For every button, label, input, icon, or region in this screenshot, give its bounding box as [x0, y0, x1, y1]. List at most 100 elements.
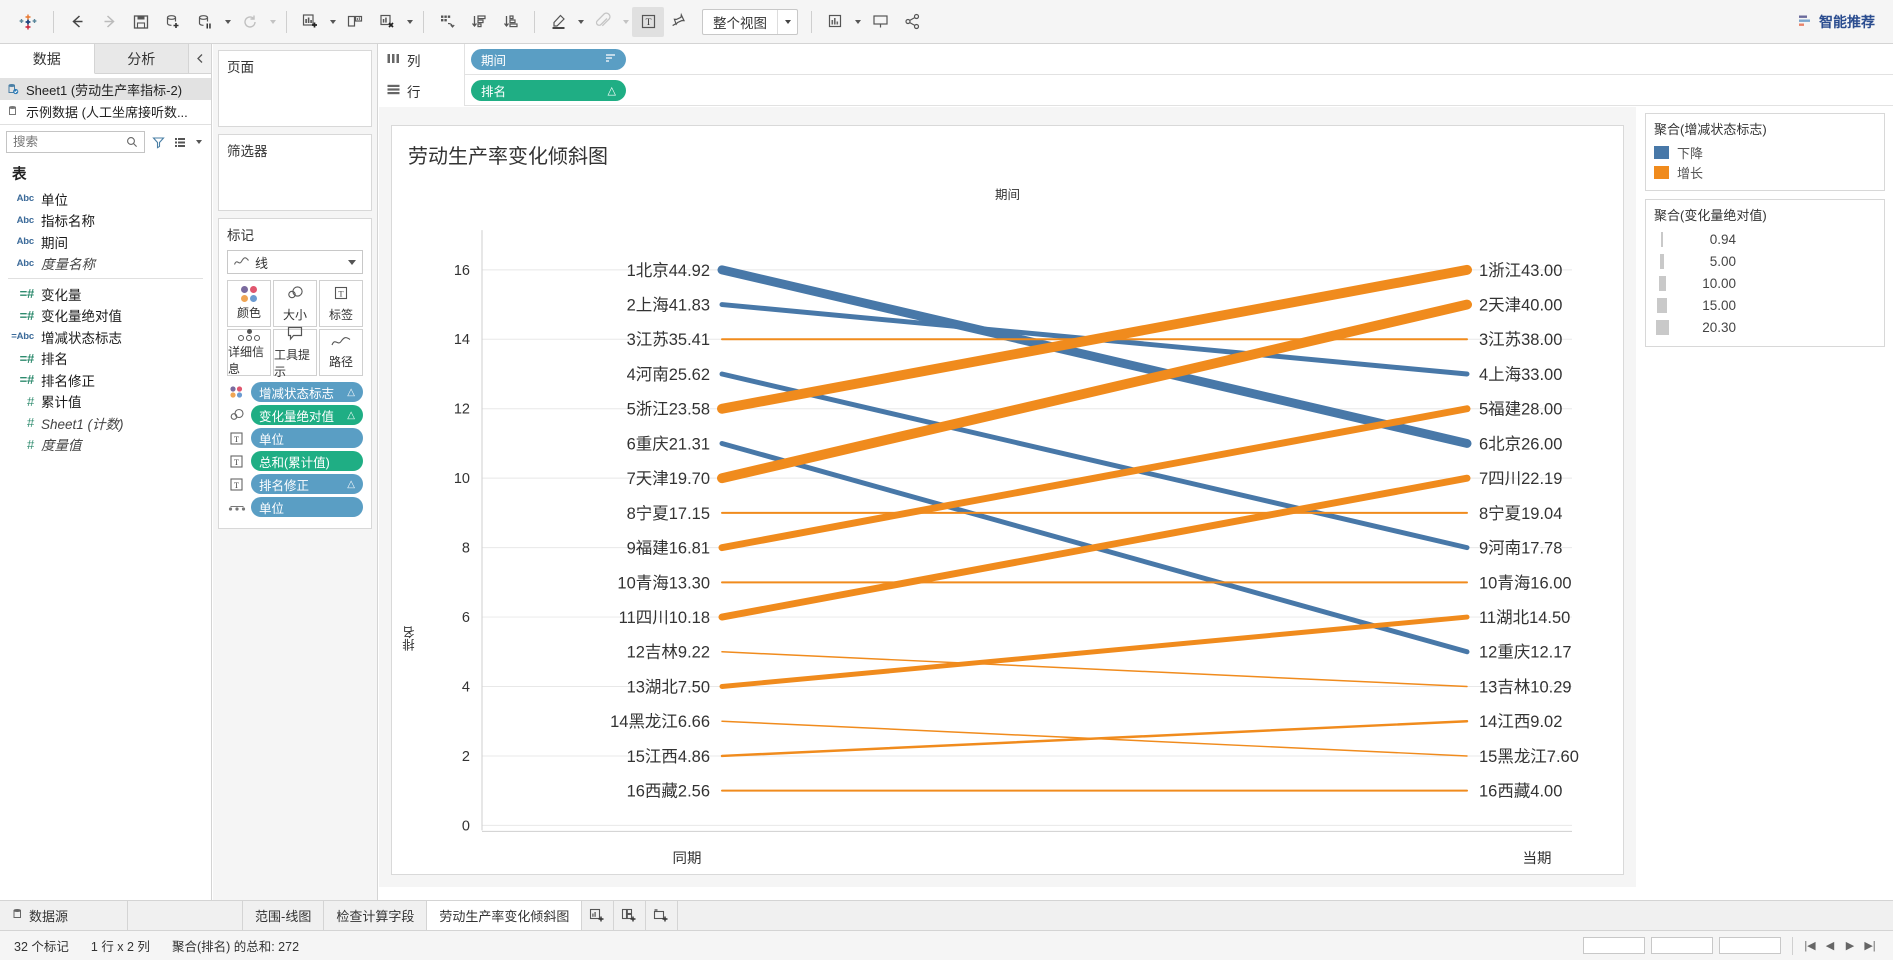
mark-label-right-湖北[interactable]: 11湖北14.50: [1479, 609, 1570, 627]
mark-label-left-重庆[interactable]: 6重庆21.31: [627, 435, 710, 453]
sort-fields-icon[interactable]: [171, 132, 189, 152]
attach-icon[interactable]: [587, 7, 619, 37]
new-story-button[interactable]: [646, 901, 679, 930]
mark-label-left-天津[interactable]: 7天津19.70: [627, 470, 710, 488]
marks-label-button[interactable]: T 标签: [319, 280, 363, 327]
mark-label-left-吉林[interactable]: 12吉林9.22: [627, 644, 710, 662]
filter-funnel-icon[interactable]: [149, 132, 167, 152]
nav-last-icon[interactable]: ▶|: [1861, 939, 1879, 952]
sort-icon[interactable]: [604, 53, 616, 66]
mark-label-left-黑龙江[interactable]: 14黑龙江6.66: [610, 713, 710, 731]
attach-dropdown[interactable]: [619, 7, 632, 37]
mark-label-right-江苏[interactable]: 3江苏38.00: [1479, 331, 1562, 349]
columns-shelf-drop[interactable]: 期间: [464, 44, 1893, 75]
mark-label-right-西藏[interactable]: 16西藏4.00: [1479, 783, 1562, 801]
mark-label-right-宁夏[interactable]: 8宁夏19.04: [1479, 505, 1562, 523]
smart-recommend-button[interactable]: 智能推荐: [1798, 12, 1883, 32]
back-arrow-icon[interactable]: [61, 7, 93, 37]
marks-color-button[interactable]: 颜色: [227, 280, 271, 327]
refresh-dropdown[interactable]: [266, 7, 279, 37]
swap-rows-cols-icon[interactable]: [431, 7, 463, 37]
size-legend-item-2[interactable]: 10.00: [1654, 272, 1876, 294]
forward-arrow-icon[interactable]: [93, 7, 125, 37]
field-item-5[interactable]: =# 变化量绝对值: [0, 305, 211, 327]
new-worksheet-dropdown[interactable]: [326, 7, 339, 37]
fields-menu-dropdown[interactable]: [193, 132, 205, 152]
share-icon[interactable]: [896, 7, 928, 37]
mark-label-left-江西[interactable]: 15江西4.86: [627, 748, 710, 766]
new-dashboard-icon[interactable]: [339, 7, 371, 37]
clear-sheet-icon[interactable]: [371, 7, 403, 37]
slope-line-河南[interactable]: [719, 371, 1470, 551]
slope-line-吉林[interactable]: [721, 651, 1468, 688]
new-dashboard-button[interactable]: [614, 901, 647, 930]
marks-pill-4[interactable]: 排名修正 △: [251, 474, 363, 494]
rows-shelf-drop[interactable]: 排名 △: [464, 75, 1893, 106]
show-me-icon[interactable]: [819, 7, 851, 37]
size-legend-item-1[interactable]: 5.00: [1654, 250, 1876, 272]
highlight-icon[interactable]: [542, 7, 574, 37]
viz-canvas[interactable]: 劳动生产率变化倾斜图 期间 排名 0 2 4 6 8 10 12 14 16 1北京44.92 6北…: [391, 125, 1624, 875]
field-item-7[interactable]: =# 排名: [0, 348, 211, 370]
mark-label-right-福建[interactable]: 5福建28.00: [1479, 401, 1562, 419]
tab-check-calc-field[interactable]: 检查计算字段: [324, 901, 428, 930]
marks-tooltip-button[interactable]: 工具提示: [273, 326, 317, 379]
size-legend-item-4[interactable]: 20.30: [1654, 316, 1876, 338]
refresh-icon[interactable]: [234, 7, 266, 37]
slope-chart[interactable]: 0 2 4 6 8 10 12 14 16 1北京44.92 6北京26.00 2上海41.83 4上海…: [392, 126, 1623, 874]
tab-productivity-slope-chart[interactable]: 劳动生产率变化倾斜图: [427, 901, 583, 930]
mark-label-right-上海[interactable]: 4上海33.00: [1479, 366, 1562, 384]
mark-label-left-宁夏[interactable]: 8宁夏17.15: [627, 505, 710, 523]
search-icon[interactable]: [124, 136, 140, 148]
mark-label-right-河南[interactable]: 9河南17.78: [1479, 540, 1562, 558]
field-item-6[interactable]: =Abc 增减状态标志: [0, 326, 211, 348]
tab-data[interactable]: 数据: [0, 44, 95, 74]
tab-analysis[interactable]: 分析: [94, 44, 189, 73]
marks-type-select[interactable]: 线: [227, 250, 363, 274]
mark-label-left-上海[interactable]: 2上海41.83: [627, 297, 710, 315]
mark-label-right-浙江[interactable]: 1浙江43.00: [1479, 262, 1562, 280]
search-input-wrap[interactable]: [6, 131, 145, 153]
tab-range-line-chart[interactable]: 范围-线图: [243, 901, 325, 930]
tableau-logo-icon[interactable]: [10, 7, 46, 37]
mark-label-left-河南[interactable]: 4河南25.62: [627, 366, 710, 384]
field-item-10[interactable]: # Sheet1 (计数): [0, 412, 211, 434]
nav-first-icon[interactable]: |◀: [1801, 939, 1819, 952]
x-axis-tick-0[interactable]: 同期: [673, 850, 702, 867]
marks-path-button[interactable]: 路径: [319, 329, 363, 376]
show-me-dropdown[interactable]: [851, 7, 864, 37]
filters-card-drop[interactable]: [219, 164, 371, 210]
mark-label-left-福建[interactable]: 9福建16.81: [627, 540, 710, 558]
mark-label-right-吉林[interactable]: 13吉林10.29: [1479, 679, 1572, 697]
save-icon[interactable]: [125, 7, 157, 37]
chevron-down-icon[interactable]: [777, 9, 797, 34]
mark-label-left-北京[interactable]: 1北京44.92: [627, 262, 710, 280]
pill-columns-period[interactable]: 期间: [471, 48, 626, 70]
collapse-pane-icon[interactable]: [189, 44, 211, 73]
mark-label-right-四川[interactable]: 7四川22.19: [1479, 470, 1562, 488]
mark-label-left-湖北[interactable]: 13湖北7.50: [627, 679, 710, 697]
pages-card-drop[interactable]: [219, 80, 371, 126]
field-item-8[interactable]: =# 排名修正: [0, 369, 211, 391]
color-legend-item-1[interactable]: 增长: [1654, 162, 1876, 182]
slope-line-北京[interactable]: [717, 265, 1472, 448]
mark-label-left-四川[interactable]: 11四川10.18: [619, 609, 710, 627]
size-legend-item-3[interactable]: 15.00: [1654, 294, 1876, 316]
mark-label-right-黑龙江[interactable]: 15黑龙江7.60: [1479, 748, 1579, 766]
tab-datasource[interactable]: 数据源: [0, 901, 128, 930]
datasource-item-sample[interactable]: 示例数据 (人工坐席接听数...: [0, 100, 211, 122]
mark-label-right-重庆[interactable]: 12重庆12.17: [1479, 644, 1572, 662]
pause-datasource-dropdown[interactable]: [221, 7, 234, 37]
presentation-icon[interactable]: [864, 7, 896, 37]
mark-label-right-青海[interactable]: 10青海16.00: [1479, 574, 1572, 592]
sort-descending-icon[interactable]: [495, 7, 527, 37]
marks-pill-1[interactable]: 变化量绝对值 △: [251, 405, 363, 425]
marks-pill-0[interactable]: 增减状态标志 △: [251, 382, 363, 402]
add-datasource-icon[interactable]: [157, 7, 189, 37]
nav-next-icon[interactable]: ▶: [1841, 939, 1859, 952]
x-axis-tick-1[interactable]: 当期: [1523, 850, 1552, 867]
sort-ascending-icon[interactable]: [463, 7, 495, 37]
marks-detail-button[interactable]: 详细信息: [227, 328, 271, 376]
new-worksheet-icon[interactable]: [294, 7, 326, 37]
mark-label-right-天津[interactable]: 2天津40.00: [1479, 297, 1562, 315]
